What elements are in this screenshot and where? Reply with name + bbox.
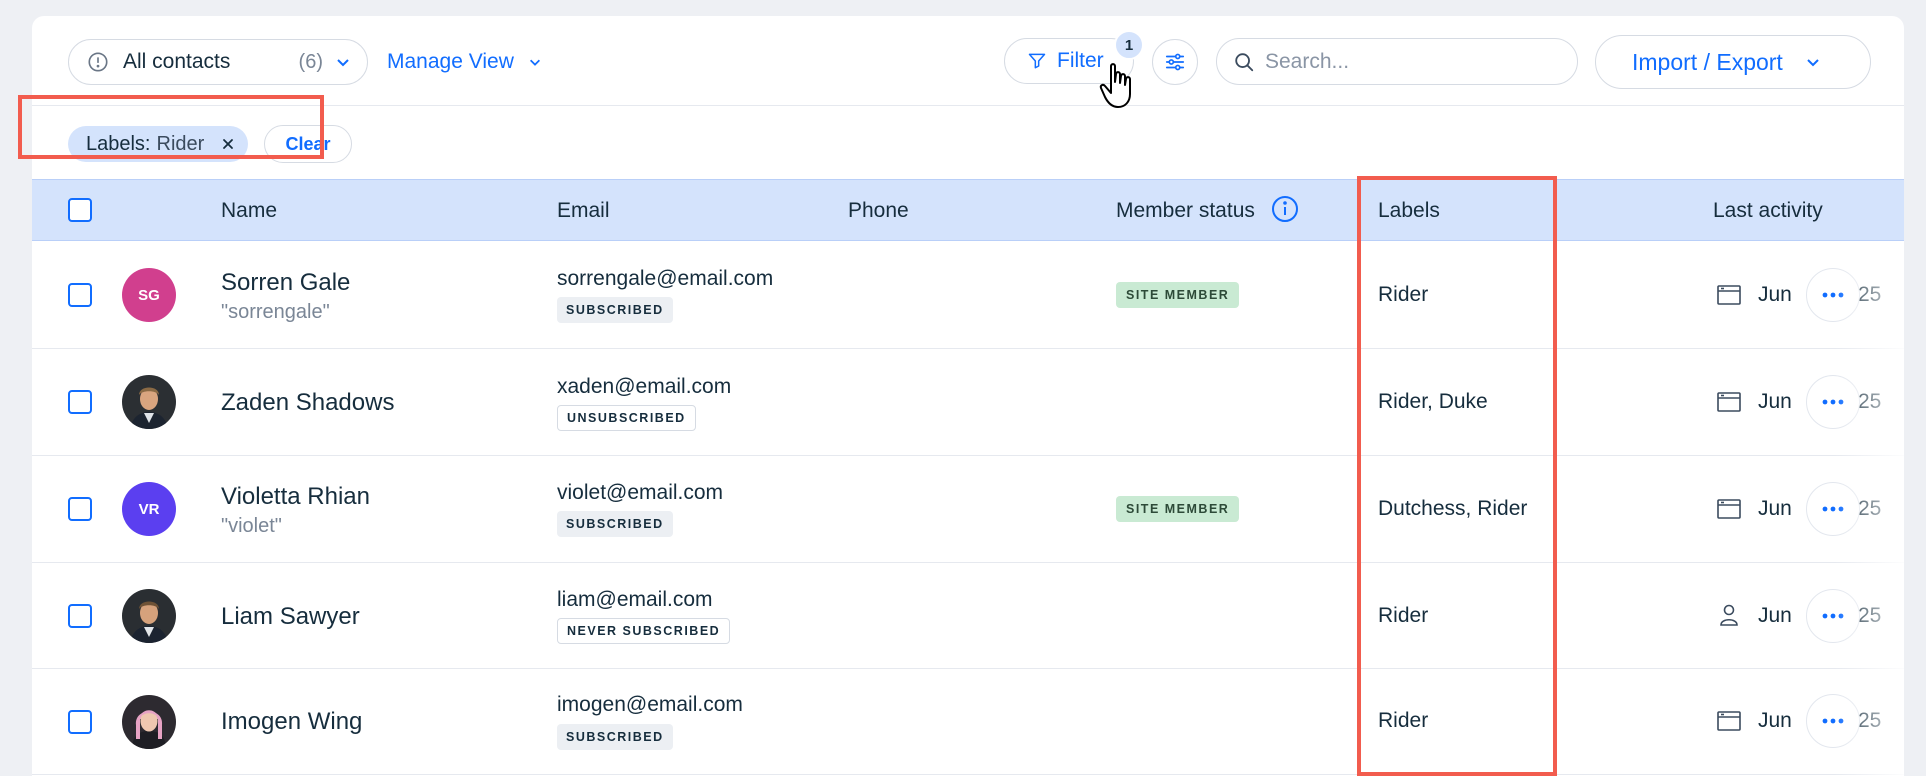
more-actions-button[interactable]	[1806, 589, 1860, 643]
search-field[interactable]	[1216, 38, 1578, 85]
subscription-badge: UNSUBSCRIBED	[557, 405, 696, 431]
toolbar: All contacts (6) Manage View Filter 1 Se…	[32, 16, 1904, 108]
hand-cursor-icon	[1099, 63, 1131, 108]
row-checkbox[interactable]	[68, 710, 92, 734]
alert-circle-icon	[88, 52, 108, 72]
contact-nickname: "sorrengale"	[221, 301, 330, 323]
subscription-badge: SUBSCRIBED	[557, 297, 673, 323]
more-dots-icon	[1822, 292, 1844, 298]
more-actions-button[interactable]	[1806, 268, 1860, 322]
view-select[interactable]: All contacts (6)	[68, 39, 368, 85]
avatar	[122, 589, 176, 643]
search-input[interactable]	[1265, 49, 1555, 74]
calendar-window-icon	[1717, 499, 1741, 519]
person-photo-icon	[122, 589, 176, 643]
last-activity-year: 25	[1858, 709, 1882, 732]
contact-nickname: "violet"	[221, 515, 282, 537]
more-actions-button[interactable]	[1806, 375, 1860, 429]
view-select-label: All contacts	[123, 50, 231, 73]
contact-name[interactable]: Imogen Wing	[221, 708, 362, 736]
avatar-initials: SG	[122, 268, 176, 322]
last-activity-year: 25	[1858, 497, 1882, 520]
column-header-email[interactable]: Email	[557, 199, 610, 223]
column-header-member-status-label: Member status	[1116, 199, 1255, 222]
person-photo-icon	[122, 375, 176, 429]
search-icon	[1235, 52, 1254, 71]
avatar	[122, 375, 176, 429]
avatar-initials: VR	[122, 482, 176, 536]
subscription-badge: NEVER SUBSCRIBED	[557, 618, 731, 644]
table-row[interactable]: SG Sorren Gale "sorrengale" sorrengale@e…	[32, 241, 1904, 349]
more-dots-icon	[1822, 613, 1844, 619]
last-activity-year: 25	[1858, 604, 1882, 627]
last-activity-date: Jun	[1758, 283, 1792, 306]
contact-email[interactable]: imogen@email.com	[557, 693, 743, 717]
chevron-down-icon	[1807, 59, 1819, 67]
last-activity-year: 25	[1858, 283, 1882, 306]
info-icon[interactable]	[1271, 195, 1299, 223]
import-export-button[interactable]: Import / Export	[1595, 35, 1871, 89]
last-activity-date: Jun	[1758, 497, 1792, 520]
column-header-member-status[interactable]: Member status	[1116, 196, 1299, 223]
calendar-window-icon	[1717, 711, 1741, 731]
contact-name[interactable]: Liam Sawyer	[221, 603, 360, 631]
contact-name[interactable]: Violetta Rhian	[221, 483, 370, 511]
row-checkbox[interactable]	[68, 283, 92, 307]
row-checkbox[interactable]	[68, 497, 92, 521]
highlight-box-labels-column	[1357, 176, 1557, 776]
person-photo-icon	[122, 695, 176, 749]
chevron-down-icon	[529, 59, 540, 66]
filter-label: Filter	[1057, 49, 1104, 72]
more-actions-button[interactable]	[1806, 482, 1860, 536]
contact-email[interactable]: violet@email.com	[557, 481, 723, 505]
table-row[interactable]: Liam Sawyer liam@email.com NEVER SUBSCRI…	[32, 563, 1904, 669]
avatar	[122, 695, 176, 749]
table-row[interactable]: VR Violetta Rhian "violet" violet@email.…	[32, 456, 1904, 563]
customize-columns-button[interactable]	[1152, 39, 1198, 85]
more-dots-icon	[1822, 399, 1844, 405]
contact-name[interactable]: Zaden Shadows	[221, 389, 394, 417]
subscription-badge: SUBSCRIBED	[557, 724, 673, 750]
manage-view-label: Manage View	[387, 50, 514, 73]
last-activity-year: 25	[1858, 390, 1882, 413]
table-header: Name Email Phone Member status Labels La…	[32, 179, 1904, 241]
member-status-badge: SITE MEMBER	[1116, 496, 1240, 522]
subscription-badge: SUBSCRIBED	[557, 511, 673, 537]
column-header-last-activity[interactable]: Last activity	[1713, 199, 1823, 223]
row-checkbox[interactable]	[68, 390, 92, 414]
manage-view-button[interactable]: Manage View	[387, 50, 542, 74]
last-activity-date: Jun	[1758, 709, 1792, 732]
highlight-box-filter-chips	[18, 95, 324, 159]
more-dots-icon	[1822, 506, 1844, 512]
member-status-badge: SITE MEMBER	[1116, 282, 1240, 308]
row-checkbox[interactable]	[68, 604, 92, 628]
import-export-label: Import / Export	[1632, 48, 1783, 75]
contact-email[interactable]: liam@email.com	[557, 588, 713, 612]
more-dots-icon	[1822, 718, 1844, 724]
select-all-checkbox[interactable]	[68, 198, 92, 222]
last-activity-date: Jun	[1758, 604, 1792, 627]
calendar-window-icon	[1717, 392, 1741, 412]
more-actions-button[interactable]	[1806, 694, 1860, 748]
table-row[interactable]: Zaden Shadows xaden@email.com UNSUBSCRIB…	[32, 349, 1904, 456]
view-select-count: (6)	[298, 50, 323, 73]
table-row[interactable]: Imogen Wing imogen@email.com SUBSCRIBED …	[32, 669, 1904, 775]
calendar-window-icon	[1717, 285, 1741, 305]
last-activity-date: Jun	[1758, 390, 1792, 413]
sliders-icon	[1165, 53, 1185, 71]
contact-email[interactable]: sorrengale@email.com	[557, 267, 773, 291]
chevron-down-icon	[337, 59, 349, 67]
filter-funnel-icon	[1028, 53, 1046, 69]
contact-name[interactable]: Sorren Gale	[221, 269, 350, 297]
filter-count-badge: 1	[1114, 30, 1144, 60]
column-header-name[interactable]: Name	[221, 199, 277, 223]
person-icon	[1720, 604, 1738, 626]
column-header-phone[interactable]: Phone	[848, 199, 909, 223]
contact-email[interactable]: xaden@email.com	[557, 375, 731, 399]
